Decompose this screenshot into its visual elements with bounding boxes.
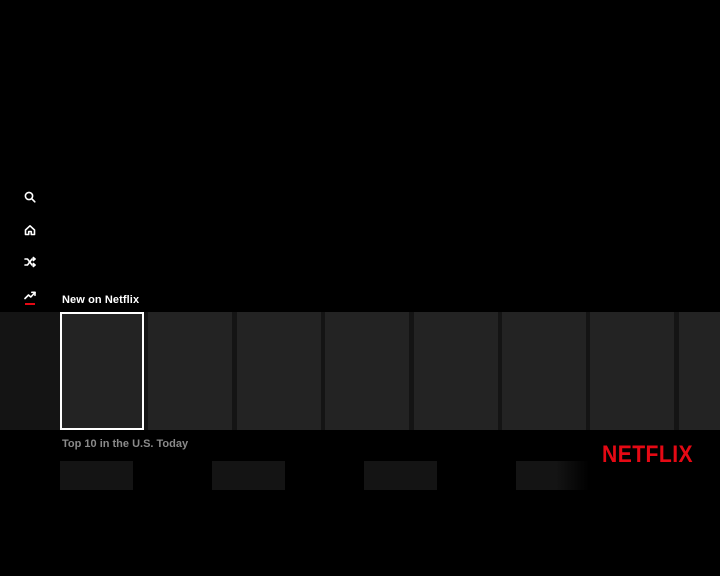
row-title-top-10: Top 10 in the U.S. Today (62, 438, 189, 450)
trending-icon (24, 291, 36, 300)
row-title-new-on-netflix: New on Netflix (62, 294, 140, 306)
title-card-focused[interactable] (60, 312, 144, 430)
sidebar-item-home[interactable] (19, 219, 41, 241)
title-card[interactable] (516, 461, 589, 490)
title-card[interactable] (237, 312, 321, 430)
title-card[interactable] (325, 312, 409, 430)
title-card[interactable] (590, 312, 674, 430)
sidebar-item-search[interactable] (19, 186, 41, 208)
title-card[interactable] (414, 312, 498, 430)
home-icon (24, 225, 36, 236)
sidebar-item-shuffle[interactable] (19, 251, 41, 273)
search-icon (24, 191, 36, 203)
shuffle-icon (24, 256, 36, 268)
title-card[interactable] (148, 312, 232, 430)
sidebar-item-new-popular[interactable] (19, 284, 41, 306)
active-indicator (25, 303, 35, 305)
title-card[interactable] (60, 461, 133, 490)
netflix-logo: NETFLIX (602, 441, 694, 468)
title-card[interactable] (364, 461, 437, 490)
title-card[interactable] (502, 312, 586, 430)
title-card[interactable] (212, 461, 285, 490)
title-card[interactable] (679, 312, 720, 430)
